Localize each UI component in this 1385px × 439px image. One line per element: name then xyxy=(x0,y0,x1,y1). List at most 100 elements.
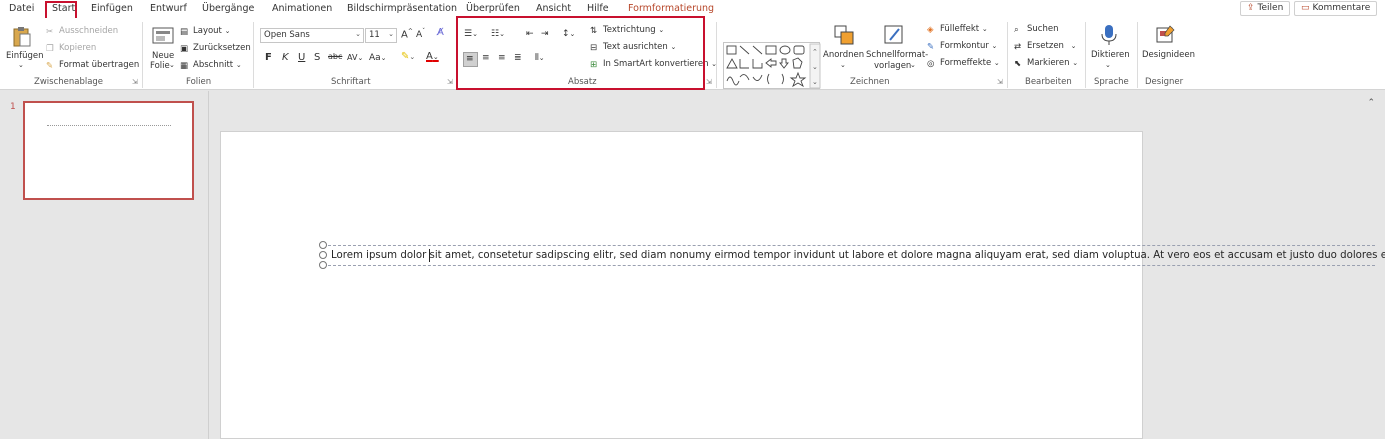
highlighter-icon[interactable]: ✎⌄ xyxy=(401,51,415,62)
find-label: Suchen xyxy=(1027,24,1059,34)
shape-fill-button[interactable]: ◈ Fülleffekt ⌄ xyxy=(927,24,988,35)
quick-styles-dropdown-icon[interactable]: ⌄ xyxy=(910,61,916,69)
clipboard-launcher-icon[interactable]: ⇲ xyxy=(132,78,138,86)
bold-button[interactable]: F xyxy=(265,52,272,63)
replace-label: Ersetzen xyxy=(1027,41,1064,51)
text-cursor xyxy=(429,249,430,262)
tab-datei[interactable]: Datei xyxy=(9,3,34,14)
clipboard-group-label: Zwischenablage xyxy=(34,77,104,87)
font-launcher-icon[interactable]: ⇲ xyxy=(447,78,453,86)
underline-button[interactable]: U xyxy=(298,52,305,63)
shapes-gallery[interactable]: ⌃ ⌄ ⌄ xyxy=(723,42,821,89)
tab-formformatierung[interactable]: Formformatierung xyxy=(628,3,714,14)
comments-label: Kommentare xyxy=(1312,3,1371,13)
shrink-font-icon[interactable]: Aˇ xyxy=(416,28,425,40)
resize-handle-middle-left[interactable] xyxy=(319,251,327,259)
arrange-dropdown-icon[interactable]: ⌄ xyxy=(840,61,846,69)
share-button[interactable]: ⇪ Teilen xyxy=(1240,1,1291,16)
shape-fill-label: Fülleffekt xyxy=(940,24,980,34)
cut-button[interactable]: ✂ Ausschneiden xyxy=(46,26,119,37)
tab-uebergaenge[interactable]: Übergänge xyxy=(202,3,254,14)
reset-icon: ▣ xyxy=(180,44,189,54)
resize-handle-top-left[interactable] xyxy=(319,241,327,249)
change-case-label: Aa xyxy=(369,53,381,63)
collapse-ribbon-icon[interactable]: ⌃ xyxy=(1367,98,1375,108)
tab-ansicht[interactable]: Ansicht xyxy=(536,3,571,14)
clear-format-icon[interactable]: A̸ xyxy=(437,27,444,38)
paste-button[interactable]: Einfügen xyxy=(6,51,44,61)
tab-bildschirmpraesentation[interactable]: Bildschirmpräsentation xyxy=(347,3,457,14)
select-label: Markieren xyxy=(1027,58,1070,68)
tab-hilfe[interactable]: Hilfe xyxy=(587,3,609,14)
design-ideas-button[interactable]: Designideen xyxy=(1142,50,1195,60)
slides-group-label: Folien xyxy=(186,77,212,87)
char-spacing-button[interactable]: AV⌄ xyxy=(347,53,363,62)
pen-icon: ✎ xyxy=(927,42,935,52)
separator xyxy=(142,22,143,88)
layout-label: Layout xyxy=(193,26,222,36)
chevron-down-icon: ⌄ xyxy=(991,42,998,50)
new-slide-icon xyxy=(152,27,174,44)
font-family-value: Open Sans xyxy=(264,30,310,40)
tab-ueberpruefen[interactable]: Überprüfen xyxy=(466,3,520,14)
new-slide-dropdown-icon[interactable]: ⌄ xyxy=(169,61,175,69)
select-button[interactable]: ⬉ Markieren ⌄ xyxy=(1014,58,1078,69)
replace-button[interactable]: ⇄ Ersetzen ⌄ xyxy=(1014,41,1077,52)
change-case-button[interactable]: Aa⌄ xyxy=(369,53,387,63)
italic-button[interactable]: K xyxy=(282,52,289,63)
paint-bucket-icon: ◈ xyxy=(927,25,934,35)
layout-dropdown-icon: ⌄ xyxy=(224,27,231,35)
thumbnail-text-line xyxy=(47,125,171,126)
font-size-combo[interactable]: 11 ⌄ xyxy=(365,28,397,43)
tab-entwurf[interactable]: Entwurf xyxy=(150,3,187,14)
shape-effects-label: Formeffekte xyxy=(940,58,992,68)
section-button[interactable]: ▦ Abschnitt ⌄ xyxy=(180,60,242,71)
layout-button[interactable]: ▤ Layout ⌄ xyxy=(180,26,231,37)
resize-handle-bottom-left[interactable] xyxy=(319,261,327,269)
shadow-button[interactable]: S xyxy=(314,52,320,63)
paste-dropdown-icon[interactable]: ⌄ xyxy=(18,61,24,69)
comments-button[interactable]: ▭ Kommentare xyxy=(1294,1,1378,16)
quick-styles-label-1[interactable]: Schnellformat- xyxy=(866,50,928,60)
replace-icon: ⇄ xyxy=(1014,42,1022,52)
copy-label: Kopieren xyxy=(59,43,97,53)
grow-font-icon[interactable]: A^ xyxy=(401,28,413,40)
slide-number: 1 xyxy=(10,102,16,112)
shape-effects-button[interactable]: ◎ Formeffekte ⌄ xyxy=(927,58,1000,69)
new-slide-label-1[interactable]: Neue xyxy=(152,51,174,61)
shape-outline-button[interactable]: ✎ Formkontur ⌄ xyxy=(927,41,998,52)
tab-animationen[interactable]: Animationen xyxy=(272,3,332,14)
scissors-icon: ✂ xyxy=(46,27,54,37)
cut-label: Ausschneiden xyxy=(59,26,119,36)
editing-group-label: Bearbeiten xyxy=(1025,77,1072,87)
new-slide-label-2[interactable]: Folie xyxy=(150,61,170,71)
brush-icon: ✎ xyxy=(46,61,54,71)
dictate-dropdown-icon[interactable]: ⌄ xyxy=(1105,61,1111,69)
font-color-icon[interactable]: A⌄ xyxy=(426,51,439,62)
section-icon: ▦ xyxy=(180,61,189,71)
comment-icon: ▭ xyxy=(1301,3,1310,13)
reset-button[interactable]: ▣ Zurücksetzen xyxy=(180,43,251,54)
shape-outline-label: Formkontur xyxy=(940,41,989,51)
share-icon: ⇪ xyxy=(1247,3,1255,13)
microphone-icon xyxy=(1101,25,1117,45)
slide-thumbnail[interactable] xyxy=(23,101,194,200)
paragraph-launcher-icon[interactable]: ⇲ xyxy=(706,78,712,86)
text-box-content[interactable]: Lorem ipsum dolor sit amet, consetetur s… xyxy=(331,250,1385,261)
format-painter-button[interactable]: ✎ Format übertragen xyxy=(46,60,139,71)
copy-button[interactable]: ❐ Kopieren xyxy=(46,43,97,54)
arrange-button[interactable]: Anordnen xyxy=(823,50,864,60)
chevron-down-icon: ⌄ xyxy=(357,54,364,62)
tab-einfuegen[interactable]: Einfügen xyxy=(91,3,133,14)
font-family-combo[interactable]: Open Sans ⌄ xyxy=(260,28,364,43)
drawing-launcher-icon[interactable]: ⇲ xyxy=(997,78,1003,86)
designer-group-label: Designer xyxy=(1145,77,1184,87)
find-button[interactable]: ⌕ Suchen xyxy=(1014,24,1059,35)
quick-styles-label-2[interactable]: vorlagen xyxy=(874,61,911,71)
slide-canvas[interactable] xyxy=(220,131,1143,439)
separator xyxy=(1085,22,1086,88)
shapes-icon: ⌃ ⌄ ⌄ xyxy=(726,43,821,89)
dictate-button[interactable]: Diktieren xyxy=(1091,50,1130,60)
strikethrough-button[interactable]: abc xyxy=(328,52,342,61)
chevron-down-icon: ⌄ xyxy=(380,54,387,62)
